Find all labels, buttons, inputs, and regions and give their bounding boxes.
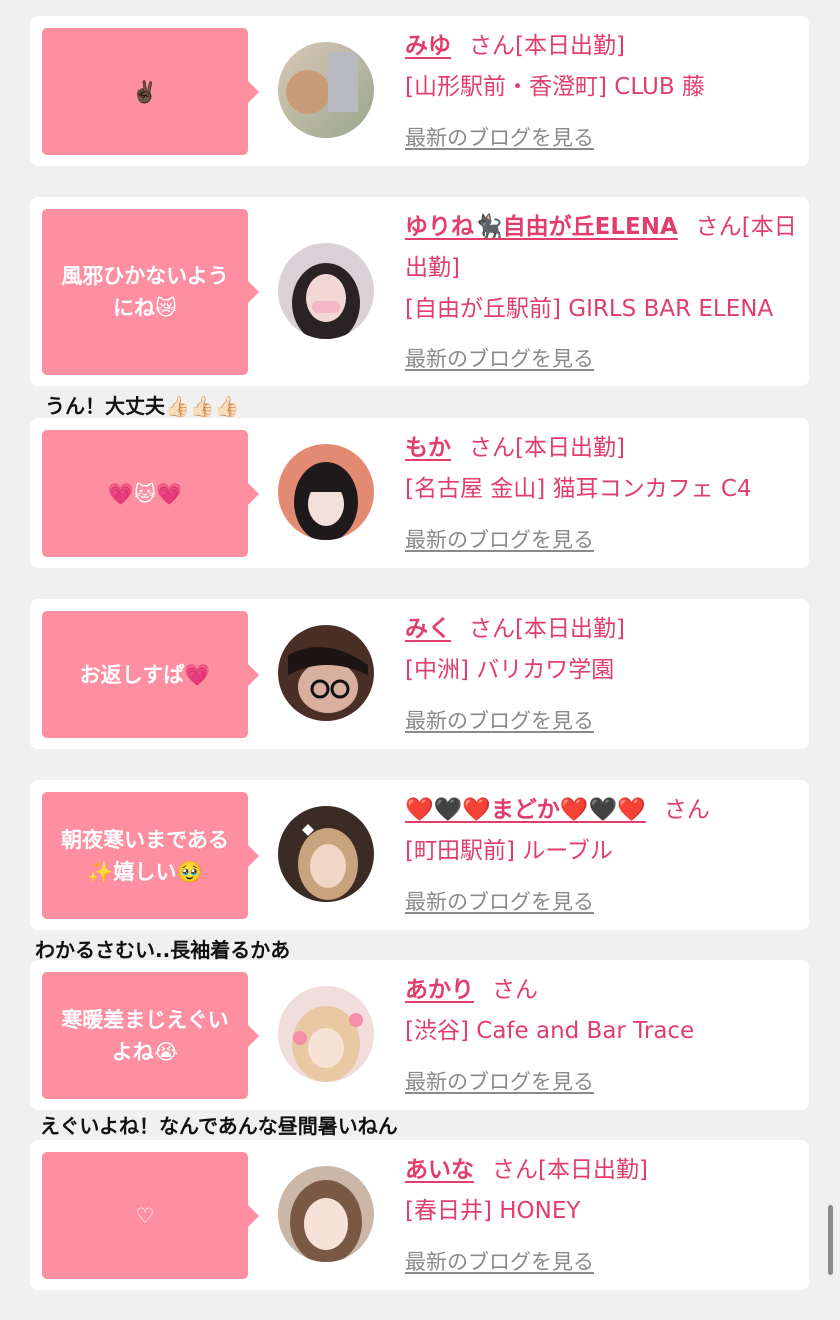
- reply-comment: うん！大丈夫👍🏻👍🏻👍🏻: [45, 394, 240, 418]
- message-bubble: 寒暖差まじえぐいよね😭: [42, 972, 259, 1099]
- girl-info: あいな さん[本日出勤] [春日井] HONEY: [405, 1150, 799, 1232]
- message-text: ♡: [135, 1203, 155, 1228]
- girl-info: みく さん[本日出勤] [中洲] バリカワ学園: [405, 609, 799, 691]
- san-label: さん: [469, 33, 515, 59]
- reply-comment: えぐいよね！なんであんな昼間暑いねん: [40, 1114, 398, 1138]
- san-label: さん: [492, 1157, 538, 1183]
- message-bubble: お返しすぱ💗: [42, 611, 259, 738]
- message-bubble: 朝夜寒いまである✨嬉しい🥹: [42, 792, 259, 919]
- status-label: [本日出勤]: [515, 33, 625, 59]
- girl-info: あかり さん [渋谷] Cafe and Bar Trace: [405, 970, 799, 1052]
- avatar[interactable]: [278, 444, 374, 540]
- avatar[interactable]: [278, 1166, 374, 1262]
- blog-link[interactable]: 最新のブログを見る: [405, 524, 594, 554]
- location-text: [山形駅前・香澄町] CLUB 藤: [405, 74, 705, 100]
- girl-card: ✌🏿 みゆ さん[本日出勤] [山形駅前・香澄町] CLUB 藤 最新のブログを見…: [30, 16, 809, 166]
- status-label: [本日出勤]: [515, 616, 625, 642]
- message-bubble: ♡: [42, 1152, 259, 1279]
- status-label: [本日出勤]: [538, 1157, 648, 1183]
- blog-link[interactable]: 最新のブログを見る: [405, 122, 594, 152]
- san-label: さん: [469, 616, 515, 642]
- girl-card: 寒暖差まじえぐいよね😭 あかり さん [渋谷] Cafe and Bar Trac…: [30, 960, 809, 1110]
- reply-comment: わかるさむい..長袖着るかあ: [35, 938, 291, 962]
- san-label: さん: [695, 214, 742, 240]
- girl-card: ♡ あいな さん[本日出勤] [春日井] HONEY 最新のブログを見る: [30, 1140, 809, 1290]
- avatar[interactable]: [278, 806, 374, 902]
- san-label: さん: [492, 977, 538, 1003]
- girl-name-link[interactable]: もか: [405, 435, 451, 461]
- girl-name-link[interactable]: ゆりね🐈‍⬛自由が丘ELENA: [405, 214, 678, 240]
- message-text: 💗🐱💗: [107, 481, 183, 506]
- location-text: [町田駅前] ルーブル: [405, 838, 613, 864]
- girl-info: もか さん[本日出勤] [名古屋 金山] 猫耳コンカフェ C4: [405, 428, 799, 510]
- message-text: 朝夜寒いまである✨嬉しい🥹: [61, 827, 229, 884]
- message-bubble: 風邪ひかないようにね😿: [42, 209, 259, 375]
- avatar[interactable]: [278, 986, 374, 1082]
- avatar[interactable]: [278, 243, 374, 339]
- scrollbar[interactable]: [828, 1205, 833, 1275]
- location-text: [渋谷] Cafe and Bar Trace: [405, 1018, 695, 1044]
- girl-info: ゆりね🐈‍⬛自由が丘ELENA さん[本日出勤] [自由が丘駅前] GIRLS B…: [405, 207, 799, 330]
- avatar[interactable]: [278, 625, 374, 721]
- san-label: さん: [469, 435, 515, 461]
- location-text: [自由が丘駅前] GIRLS BAR ELENA: [405, 296, 774, 322]
- message-text: ✌🏿: [131, 79, 159, 104]
- message-bubble: ✌🏿: [42, 28, 259, 155]
- girl-info: みゆ さん[本日出勤] [山形駅前・香澄町] CLUB 藤: [405, 26, 799, 108]
- girl-card: 風邪ひかないようにね😿 ゆりね🐈‍⬛自由が丘ELENA さん[本日出勤] [自由が…: [30, 197, 809, 386]
- message-text: 寒暖差まじえぐいよね😭: [61, 1007, 229, 1064]
- san-label: さん: [663, 797, 710, 823]
- blog-link[interactable]: 最新のブログを見る: [405, 1246, 594, 1276]
- girl-card: 朝夜寒いまである✨嬉しい🥹 ❤️🖤❤️まどか❤️🖤❤️ さん [町田駅前] ルーブ…: [30, 780, 809, 930]
- blog-link[interactable]: 最新のブログを見る: [405, 1066, 594, 1096]
- message-bubble: 💗🐱💗: [42, 430, 259, 557]
- blog-link[interactable]: 最新のブログを見る: [405, 343, 594, 373]
- girl-name-link[interactable]: みゆ: [405, 33, 451, 59]
- girl-name-link[interactable]: みく: [405, 616, 451, 642]
- location-text: [名古屋 金山] 猫耳コンカフェ C4: [405, 476, 752, 502]
- message-text: お返しすぱ💗: [79, 662, 211, 687]
- girl-card: お返しすぱ💗 みく さん[本日出勤] [中洲] バリカワ学園 最新のブログを見る: [30, 599, 809, 749]
- location-text: [中洲] バリカワ学園: [405, 657, 615, 683]
- girl-info: ❤️🖤❤️まどか❤️🖤❤️ さん [町田駅前] ルーブル: [405, 790, 799, 872]
- message-text: 風邪ひかないようにね😿: [61, 264, 229, 320]
- avatar[interactable]: [278, 42, 374, 138]
- girl-name-link[interactable]: あいな: [405, 1157, 474, 1183]
- girl-name-link[interactable]: ❤️🖤❤️まどか❤️🖤❤️: [405, 797, 646, 823]
- status-label: [本日出勤]: [515, 435, 625, 461]
- blog-link[interactable]: 最新のブログを見る: [405, 705, 594, 735]
- blog-link[interactable]: 最新のブログを見る: [405, 886, 594, 916]
- girl-card: 💗🐱💗 もか さん[本日出勤] [名古屋 金山] 猫耳コンカフェ C4 最新のブロ…: [30, 418, 809, 568]
- location-text: [春日井] HONEY: [405, 1198, 581, 1224]
- girl-name-link[interactable]: あかり: [405, 977, 474, 1003]
